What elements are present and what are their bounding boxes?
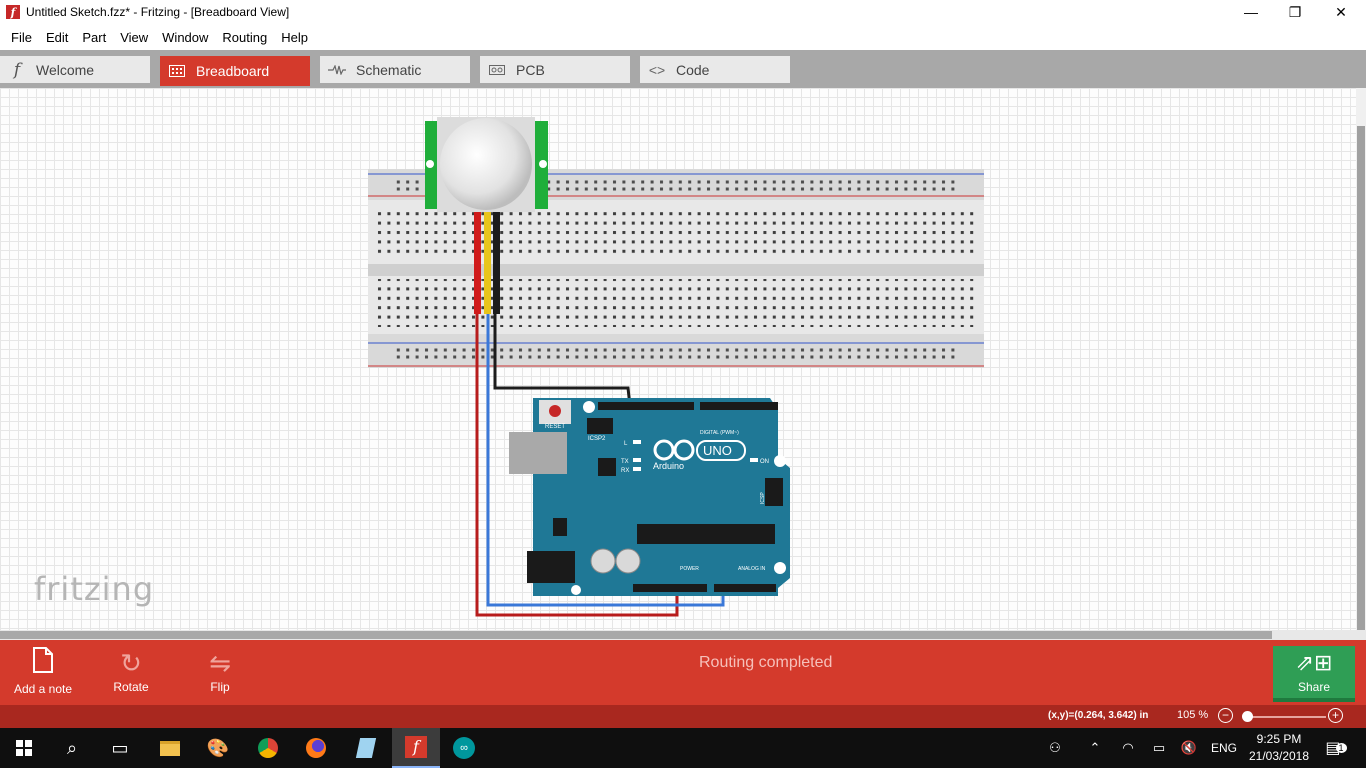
clock[interactable]: 9:25 PM 21/03/2018	[1244, 731, 1314, 765]
flip-label: Flip	[210, 680, 230, 694]
share-icon: ⇗⊞	[1295, 650, 1333, 675]
arduino-brand-label: Arduino	[653, 461, 684, 471]
rotate-icon: ↻	[120, 648, 142, 678]
bottom-toolbar: Add a note ↻ Rotate ⇋ Flip Routing compl…	[0, 640, 1366, 705]
flip-icon: ⇋	[209, 648, 231, 678]
share-button[interactable]: ⇗⊞ Share	[1273, 646, 1355, 702]
cursor-coordinates: (x,y)=(0.264, 3.642) in	[1048, 710, 1149, 721]
digital-pins-label: DIGITAL (PWM~)	[700, 430, 739, 436]
menu-file[interactable]: File	[4, 30, 39, 45]
menu-window[interactable]: Window	[155, 30, 215, 45]
tx-label: TX	[621, 459, 629, 465]
fritzing-app-icon: f	[6, 5, 20, 19]
menu-routing[interactable]: Routing	[215, 30, 274, 45]
battery-icon[interactable]: ▭	[1146, 728, 1172, 768]
breadboard-icon	[168, 64, 186, 78]
reset-label: RESET	[545, 424, 565, 430]
window-title: Untitled Sketch.fzz* - Fritzing - [Bread…	[26, 5, 290, 19]
horizontal-scroll-thumb[interactable]	[0, 631, 1272, 639]
chrome-icon[interactable]	[244, 728, 292, 768]
windows-start-icon[interactable]	[0, 728, 48, 768]
paint-icon[interactable]: 🎨	[194, 728, 242, 768]
resistor-icon	[328, 63, 346, 77]
menu-edit[interactable]: Edit	[39, 30, 75, 45]
icsp-label: ICSP	[760, 492, 766, 504]
routing-status-text: Routing completed	[699, 654, 833, 671]
people-icon[interactable]: ⚇	[1040, 728, 1070, 768]
language-indicator[interactable]: ENG	[1206, 728, 1242, 768]
restore-button[interactable]: ❐	[1272, 0, 1318, 24]
minimize-button[interactable]: —	[1228, 0, 1274, 24]
clock-time: 9:25 PM	[1256, 732, 1302, 746]
icsp2-label: ICSP2	[588, 436, 606, 442]
add-note-label: Add a note	[13, 682, 73, 696]
notepad-icon[interactable]	[342, 728, 390, 768]
chevron-up-icon[interactable]: ⌃	[1082, 728, 1108, 768]
title-bar: f Untitled Sketch.fzz* - Fritzing - [Bre…	[0, 0, 1366, 24]
vertical-scroll-thumb[interactable]	[1357, 126, 1365, 650]
breadboard-canvas[interactable]: RESET ICSP2 Arduino UNO DIGITAL (PWM~) O…	[0, 88, 1356, 630]
analog-in-label: ANALOG IN	[738, 566, 766, 572]
tab-breadboard-label: Breadboard	[196, 63, 270, 79]
menu-help[interactable]: Help	[274, 30, 315, 45]
close-button[interactable]: ✕	[1318, 0, 1364, 24]
tab-code[interactable]: <> Code	[640, 56, 790, 83]
zoom-in-button[interactable]: +	[1328, 708, 1343, 723]
arduino-ide-icon[interactable]: ∞	[440, 728, 488, 768]
on-led-label: ON	[760, 459, 769, 465]
rotate-button[interactable]: ↻ Rotate	[105, 646, 157, 694]
menu-part[interactable]: Part	[75, 30, 113, 45]
tab-code-label: Code	[676, 61, 710, 78]
uno-model-label: UNO	[703, 443, 732, 458]
fritzing-f-icon: f	[13, 59, 21, 80]
fritzing-taskbar-icon[interactable]: f	[392, 728, 440, 768]
search-icon[interactable]: ⌕	[48, 728, 96, 768]
zoom-level: 105 %	[1177, 709, 1209, 721]
pcb-icon	[488, 63, 506, 77]
tab-pcb[interactable]: PCB	[480, 56, 630, 83]
tab-schematic[interactable]: Schematic	[320, 56, 470, 83]
menu-view[interactable]: View	[113, 30, 155, 45]
rotate-label: Rotate	[113, 680, 149, 694]
wifi-icon[interactable]: ◠	[1114, 728, 1142, 768]
zoom-slider-track[interactable]	[1246, 716, 1326, 718]
notification-count: 1	[1335, 743, 1347, 753]
horizontal-scrollbar[interactable]	[0, 630, 1366, 640]
flip-button[interactable]: ⇋ Flip	[198, 646, 242, 694]
menu-bar: File Edit Part View Window Routing Help	[0, 24, 1366, 50]
vertical-scrollbar[interactable]	[1356, 88, 1366, 650]
view-tab-bar: f Welcome Breadboard Schematic PCB <> Co…	[0, 50, 1366, 88]
notification-center-icon[interactable]: ▤ 1	[1318, 728, 1354, 768]
task-view-icon[interactable]: ▭	[96, 728, 144, 768]
zoom-slider-handle[interactable]	[1242, 711, 1253, 722]
tab-schematic-label: Schematic	[356, 61, 422, 78]
note-icon	[10, 646, 76, 682]
rx-label: RX	[621, 468, 629, 474]
clock-date: 21/03/2018	[1248, 749, 1310, 763]
firefox-icon[interactable]	[292, 728, 340, 768]
tab-breadboard[interactable]: Breadboard	[160, 56, 310, 86]
zoom-out-button[interactable]: −	[1218, 708, 1233, 723]
share-label: Share	[1297, 680, 1331, 694]
tab-welcome[interactable]: f Welcome	[0, 56, 150, 83]
add-note-button[interactable]: Add a note	[10, 646, 76, 696]
code-icon: <>	[648, 61, 666, 78]
tab-welcome-label: Welcome	[36, 61, 95, 78]
windows-taskbar: ⌕ ▭ 🎨 f ∞ ⚇ ⌃ ◠ ▭ 🔇 ENG 9:25 PM 21/03/20…	[0, 728, 1366, 768]
volume-muted-icon[interactable]: 🔇	[1176, 728, 1202, 768]
tab-pcb-label: PCB	[516, 61, 545, 78]
fritzing-watermark: fritzing	[34, 570, 155, 608]
file-explorer-icon[interactable]	[146, 728, 194, 768]
status-bar: (x,y)=(0.264, 3.642) in 105 % − +	[0, 705, 1366, 728]
arduino-uno-board[interactable]: RESET ICSP2 Arduino UNO DIGITAL (PWM~) O…	[509, 398, 790, 596]
power-label: POWER	[680, 566, 699, 572]
